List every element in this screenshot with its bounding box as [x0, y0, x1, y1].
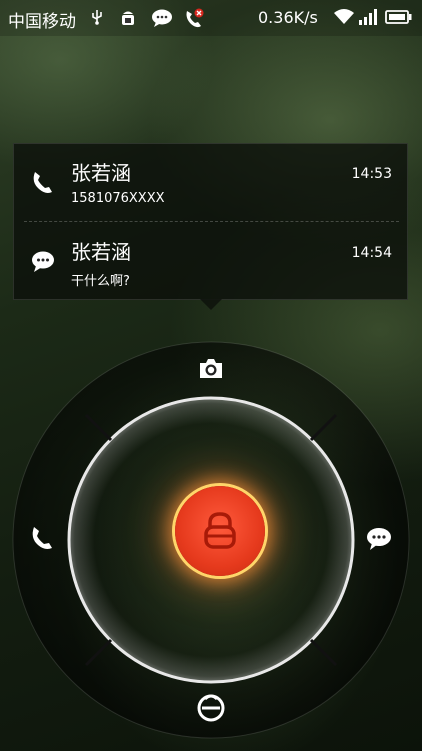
status-bar: 中国移动 0.36K/s: [0, 0, 422, 36]
usb-icon: [88, 8, 106, 30]
message-bubble-icon: [30, 249, 56, 275]
notification-panel: 张若涵 1581076XXXX 14:53 张若涵 干什么啊? 14:54: [13, 143, 408, 300]
phone-number: 1581076XXXX: [71, 191, 165, 206]
signal-icon: [358, 8, 378, 30]
unlock-icon[interactable]: [195, 690, 227, 728]
wifi-icon: [333, 8, 355, 30]
lock-icon: [202, 511, 238, 555]
unlock-button[interactable]: [175, 486, 265, 576]
message-notification[interactable]: 张若涵 干什么啊? 14:54: [14, 223, 409, 300]
contact-name: 张若涵: [71, 240, 131, 264]
carrier-label: 中国移动: [8, 12, 76, 32]
missed-call-icon: [183, 8, 205, 34]
notification-pointer: [200, 299, 222, 310]
notification-time: 14:53: [351, 166, 392, 182]
message-icon: [151, 8, 173, 32]
phone-icon: [30, 170, 56, 196]
divider: [24, 221, 399, 222]
battery-icon: [385, 8, 413, 30]
message-icon[interactable]: [365, 525, 393, 557]
camera-icon[interactable]: [197, 356, 225, 386]
contact-name: 张若涵: [71, 161, 131, 185]
call-notification[interactable]: 张若涵 1581076XXXX 14:53: [14, 144, 409, 221]
network-speed: 0.36K/s: [258, 8, 318, 27]
notification-time: 14:54: [351, 245, 392, 261]
phone-icon[interactable]: [29, 525, 55, 557]
message-preview: 干什么啊?: [71, 274, 130, 289]
android-debug-icon: [118, 8, 138, 32]
